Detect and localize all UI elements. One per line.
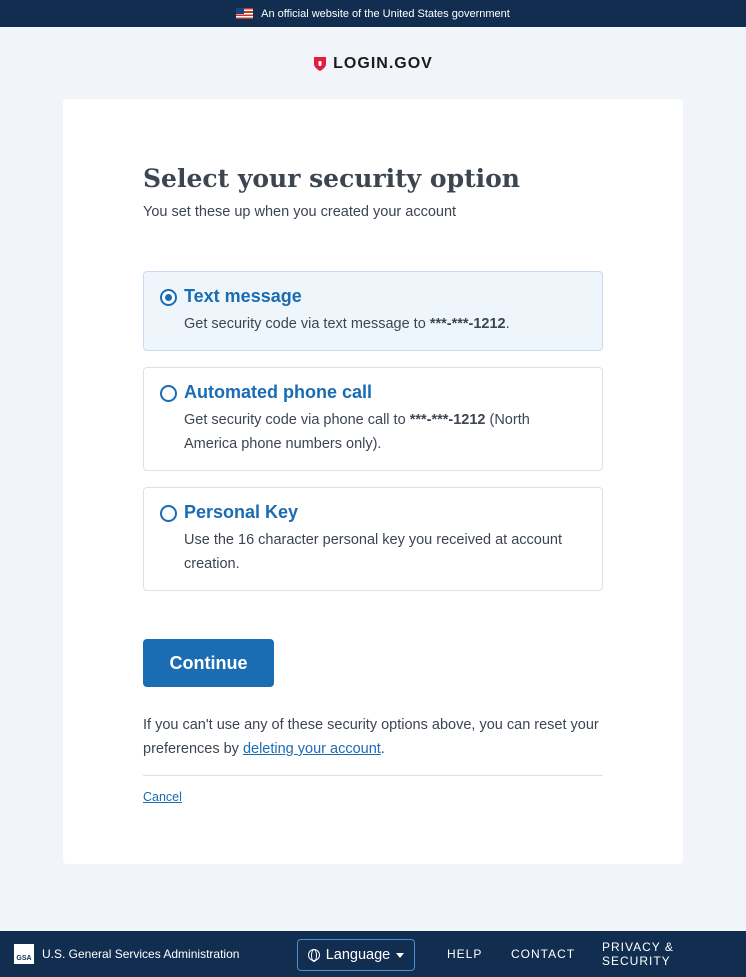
option-desc-text: Get security code via phone call to: [184, 412, 410, 428]
footer: GSA U.S. General Services Administration…: [0, 931, 746, 977]
gsa-logo-icon: GSA: [14, 944, 34, 964]
language-label: Language: [325, 947, 391, 963]
divider: [143, 775, 603, 776]
option-text-message[interactable]: Text message Get security code via text …: [143, 271, 603, 351]
us-flag-icon: [236, 8, 254, 19]
caret-down-icon: [396, 952, 405, 958]
agency-name[interactable]: U.S. General Services Administration: [42, 947, 239, 961]
option-description: Get security code via phone call to ***-…: [184, 408, 586, 456]
radio-text-message[interactable]: [160, 289, 177, 306]
radio-phone-call[interactable]: [160, 385, 177, 402]
continue-button[interactable]: Continue: [143, 639, 274, 687]
language-dropdown[interactable]: Language: [297, 939, 415, 971]
option-description: Get security code via text message to **…: [184, 312, 586, 336]
contact-link[interactable]: CONTACT: [511, 931, 575, 977]
option-personal-key[interactable]: Personal Key Use the 16 character person…: [143, 487, 603, 591]
card-content: Select your security option You set thes…: [143, 163, 603, 806]
option-desc-text: Get security code via text message to: [184, 316, 430, 332]
option-desc-text: Use the 16 character personal key you re…: [184, 532, 563, 572]
option-description: Use the 16 character personal key you re…: [184, 528, 586, 576]
help-link[interactable]: HELP: [447, 931, 482, 977]
option-label: Text message: [184, 286, 302, 306]
privacy-security-link[interactable]: PRIVACY & SECURITY: [602, 931, 746, 977]
globe-icon: [307, 949, 320, 962]
option-desc-suffix: .: [505, 316, 510, 332]
page-subtitle: You set these up when you created your a…: [143, 204, 457, 220]
security-options: Text message Get security code via text …: [143, 271, 603, 591]
masked-phone: ***-***-1212: [409, 412, 486, 428]
masked-phone: ***-***-1212: [429, 316, 506, 332]
radio-personal-key[interactable]: [160, 505, 177, 522]
cancel-link[interactable]: Cancel: [143, 790, 182, 804]
gov-banner-text: An official website of the United States…: [261, 7, 510, 20]
delete-account-link[interactable]: deleting your account: [243, 741, 381, 757]
login-gov-logo[interactable]: LOGIN.GOV: [0, 27, 746, 100]
gov-banner: An official website of the United States…: [0, 0, 746, 27]
page-title: Select your security option: [143, 164, 520, 193]
option-label: Personal Key: [184, 502, 299, 522]
option-phone-call[interactable]: Automated phone call Get security code v…: [143, 367, 603, 471]
shield-icon: [313, 56, 327, 72]
option-label: Automated phone call: [184, 382, 373, 402]
reset-notice: If you can't use any of these security o…: [143, 713, 603, 761]
reset-suffix: .: [380, 741, 385, 757]
logo-text: LOGIN.GOV: [333, 54, 433, 72]
main-card: Select your security option You set thes…: [63, 99, 683, 864]
